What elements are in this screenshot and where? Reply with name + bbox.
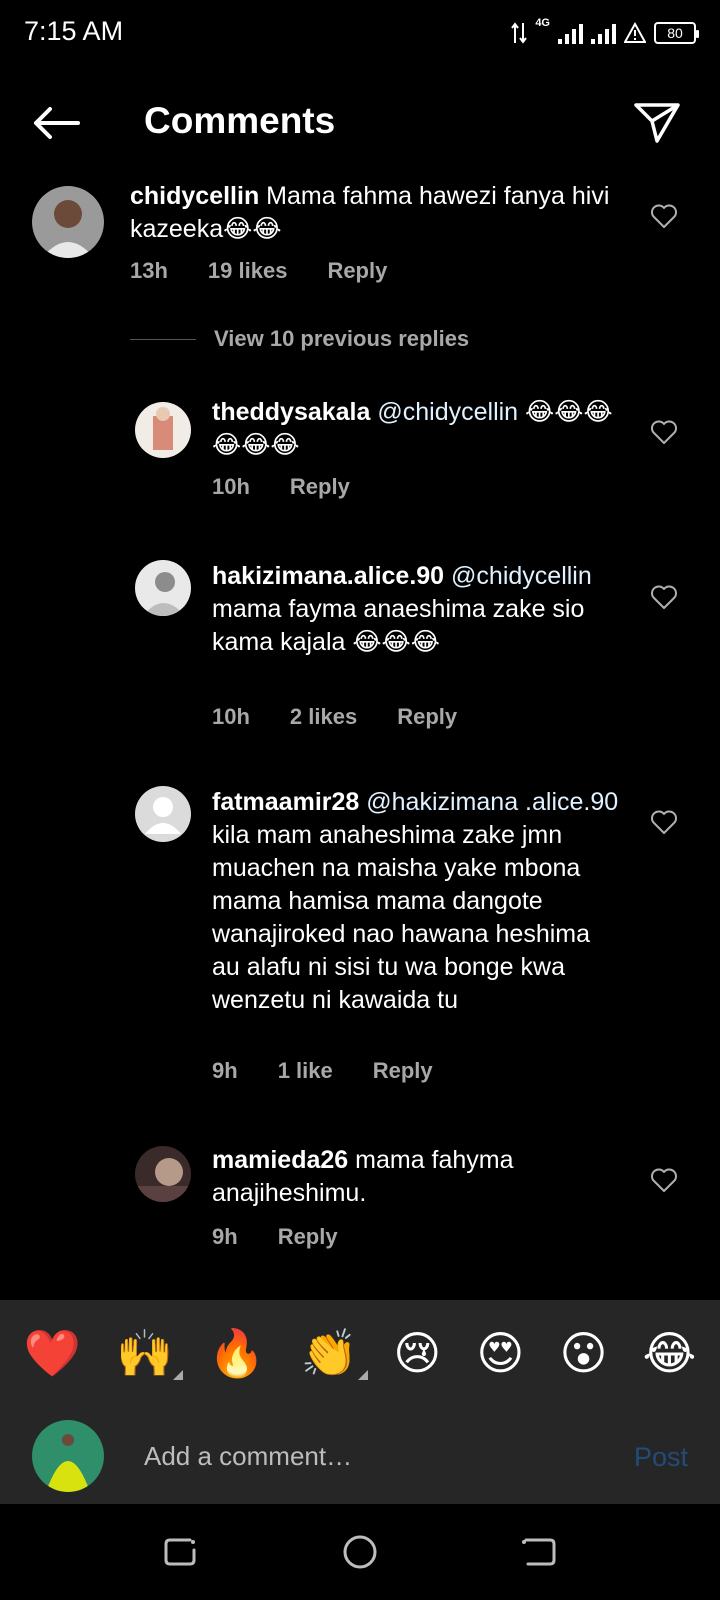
emoji-crying[interactable]: 😢 (393, 1330, 441, 1376)
emoji-heart-eyes[interactable]: 😍 (476, 1330, 524, 1376)
reply-item: fatmaamir28 @hakizimana .alice.90 kila m… (0, 786, 720, 1086)
status-time: 7:15 AM (24, 16, 124, 46)
reply-text: theddysakala @chidycellin 😂😂😂😂😂😂 (212, 396, 622, 462)
reply-item: mamieda26 mama fahyma anajiheshimu. 9h R… (0, 1144, 720, 1254)
share-button[interactable] (628, 94, 686, 152)
reply-button[interactable]: Reply (373, 1058, 433, 1084)
avatar[interactable] (135, 1146, 191, 1202)
emoji-clap[interactable]: 👏 (301, 1330, 369, 1380)
avatar[interactable] (135, 402, 191, 458)
like-heart-icon[interactable] (650, 584, 678, 610)
reply-username[interactable]: theddysakala (212, 398, 370, 426)
reply-meta: 9h Reply (212, 1224, 338, 1250)
signal-icon (558, 22, 583, 44)
battery-level: 80 (667, 25, 683, 41)
reply-likes[interactable]: 2 likes (290, 704, 357, 730)
post-button[interactable]: Post (634, 1442, 688, 1473)
emoji-clap-glyph: 👏 (300, 1326, 359, 1380)
status-bar: 7:15 AM 4G 80 (0, 0, 720, 66)
reply-username[interactable]: fatmaamir28 (212, 788, 359, 816)
network-type-label: 4G (535, 17, 550, 29)
comment-input[interactable] (144, 1436, 584, 1476)
reply-likes[interactable]: 1 like (278, 1058, 333, 1084)
signal-icon-2 (591, 22, 616, 44)
status-icons: 4G 80 (511, 16, 699, 50)
emoji-raised-hands[interactable]: 🙌 (116, 1330, 184, 1380)
reply-mention[interactable]: @chidycellin (451, 562, 592, 590)
reply-item: hakizimana.alice.90 @chidycellin mama fa… (0, 560, 720, 730)
emoji-reaction-bar: ❤️ 🙌 🔥 👏 😢 😍 😮 😂 (0, 1300, 720, 1406)
reply-username[interactable]: mamieda26 (212, 1146, 348, 1174)
emoji-heart[interactable]: ❤️ (24, 1330, 81, 1376)
skin-tone-indicator (358, 1370, 369, 1380)
comment-username[interactable]: chidycellin (130, 182, 259, 210)
back-button[interactable] (28, 98, 84, 148)
avatar[interactable] (135, 786, 191, 842)
reply-text: hakizimana.alice.90 @chidycellin mama fa… (212, 560, 622, 659)
emoji-raised-hands-glyph: 🙌 (115, 1326, 174, 1380)
reply-time: 9h (212, 1224, 238, 1249)
reply-message: kila mam anaheshima zake jmn muachen na … (212, 821, 591, 1014)
page-title: Comments (144, 100, 336, 141)
reply-message: mama fayma anaeshima zake sio kama kajal… (212, 595, 585, 656)
reply-button[interactable]: Reply (327, 258, 387, 284)
reply-meta: 10h Reply (212, 474, 350, 500)
user-avatar (32, 1420, 104, 1492)
view-previous-replies[interactable]: View 10 previous replies (130, 326, 469, 352)
header: Comments (0, 80, 720, 166)
like-heart-icon[interactable] (650, 419, 678, 445)
warning-icon (624, 22, 646, 43)
reply-time: 10h (212, 704, 250, 729)
reply-button[interactable]: Reply (397, 704, 457, 730)
view-replies-label: View 10 previous replies (214, 326, 470, 351)
battery-icon: 80 (654, 22, 699, 44)
reply-meta: 9h 1 like Reply (212, 1058, 433, 1084)
recent-apps-icon[interactable] (160, 1532, 200, 1572)
skin-tone-indicator (173, 1370, 184, 1380)
reply-username[interactable]: hakizimana.alice.90 (212, 562, 444, 590)
comment-likes[interactable]: 19 likes (208, 258, 288, 284)
comment-item: chidycellin Mama fahma hawezi fanya hivi… (0, 180, 720, 290)
avatar[interactable] (135, 560, 191, 616)
reply-meta: 10h 2 likes Reply (212, 704, 457, 730)
reply-time: 10h (212, 474, 250, 499)
reply-time: 9h (212, 1058, 238, 1083)
emoji-fire[interactable]: 🔥 (208, 1330, 265, 1376)
home-icon[interactable] (340, 1532, 380, 1572)
reply-button[interactable]: Reply (278, 1224, 338, 1250)
data-transfer-icon (511, 22, 528, 44)
back-arrow-icon (34, 107, 80, 139)
divider (130, 338, 196, 340)
reply-mention[interactable]: @hakizimana .alice.90 (366, 788, 618, 816)
like-heart-icon[interactable] (650, 1167, 678, 1193)
comment-composer: Post (0, 1406, 720, 1504)
back-nav-icon[interactable] (520, 1532, 560, 1572)
like-heart-icon[interactable] (650, 203, 678, 229)
comment-time: 13h (130, 258, 168, 283)
comment-meta: 13h 19 likes Reply (130, 258, 387, 284)
emoji-laughing[interactable]: 😂 (643, 1330, 697, 1376)
reply-mention[interactable]: @chidycellin (377, 398, 518, 426)
comment-text: chidycellin Mama fahma hawezi fanya hivi… (130, 180, 630, 246)
emoji-surprised[interactable]: 😮 (559, 1330, 607, 1376)
reply-text: fatmaamir28 @hakizimana .alice.90 kila m… (212, 786, 622, 1017)
reply-text: mamieda26 mama fahyma anajiheshimu. (212, 1144, 622, 1210)
reply-button[interactable]: Reply (290, 474, 350, 500)
reply-item: theddysakala @chidycellin 😂😂😂😂😂😂 10h Rep… (0, 396, 720, 506)
send-icon (634, 103, 680, 143)
avatar[interactable] (32, 186, 104, 258)
like-heart-icon[interactable] (650, 809, 678, 835)
system-nav-bar (0, 1504, 720, 1600)
